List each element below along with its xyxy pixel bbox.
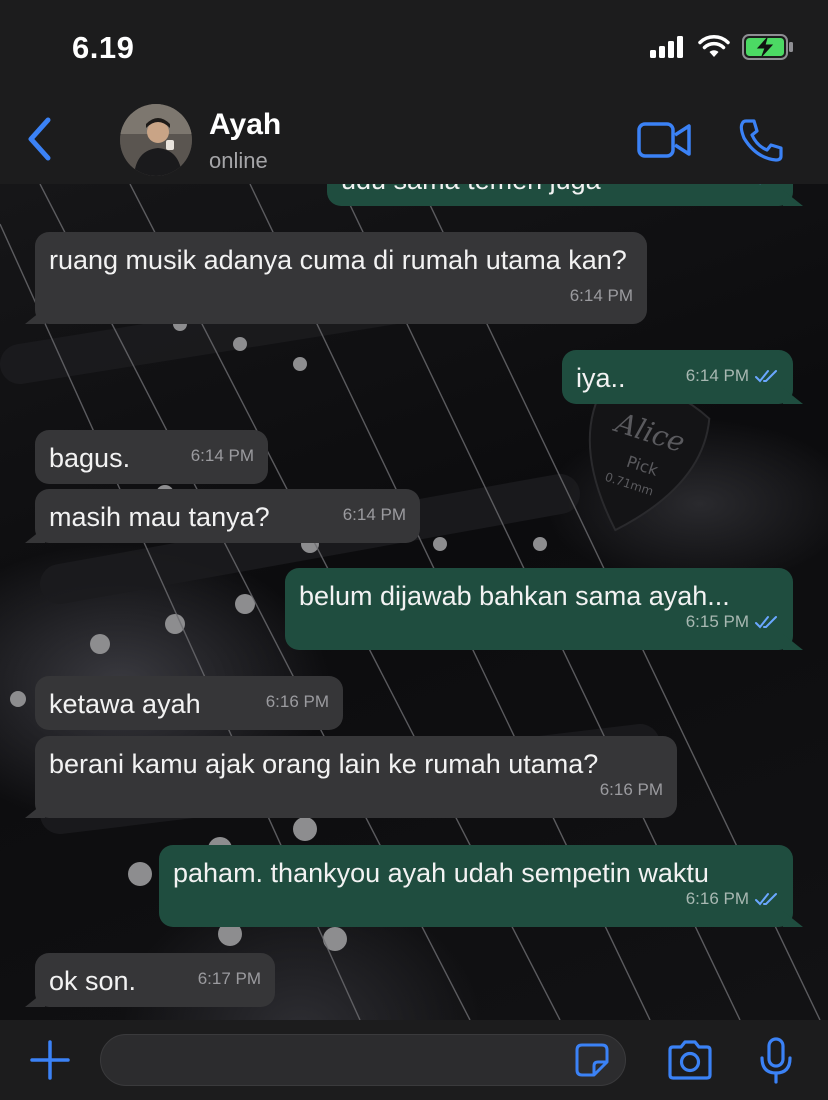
chat-header: Ayah online bbox=[0, 96, 828, 184]
status-bar: 6.19 bbox=[0, 0, 828, 96]
message-time: 6:17 PM bbox=[197, 969, 261, 988]
sticker-icon bbox=[575, 1043, 609, 1077]
message-text: udu sama temen juga bbox=[341, 184, 601, 195]
avatar-photo bbox=[120, 104, 192, 176]
video-camera-icon bbox=[637, 122, 691, 158]
double-check-read-icon bbox=[755, 893, 777, 906]
message-time: 6:14 PM bbox=[686, 184, 749, 196]
message-meta: 6:14 PM bbox=[686, 358, 779, 394]
chevron-left-icon bbox=[28, 117, 51, 161]
message-time: 6:14 PM bbox=[190, 446, 254, 465]
message-time: 6:14 PM bbox=[685, 366, 749, 385]
message-text: ok son. bbox=[49, 966, 137, 996]
message-text: masih mau tanya? bbox=[49, 502, 270, 532]
status-time: 6.19 bbox=[72, 30, 135, 65]
message-text: belum dijawab bahkan sama ayah... bbox=[299, 581, 730, 611]
message-bubble-outgoing[interactable]: belum dijawab bahkan sama ayah... 6:15 P… bbox=[285, 568, 803, 650]
message-bubble-incoming[interactable]: masih mau tanya? 6:14 PM bbox=[25, 489, 420, 543]
contact-name[interactable]: Ayah bbox=[209, 108, 281, 142]
camera-icon bbox=[668, 1040, 712, 1080]
double-check-read-icon bbox=[755, 616, 777, 629]
message-bubble-outgoing[interactable]: udu sama temen juga 6:14 PM bbox=[327, 184, 803, 206]
phone-icon bbox=[739, 119, 783, 162]
sticker-button[interactable] bbox=[574, 1042, 610, 1078]
voice-call-button[interactable] bbox=[738, 118, 784, 162]
message-bubble-incoming[interactable]: bagus. 6:14 PM bbox=[35, 430, 268, 484]
message-time: 6:14 PM bbox=[569, 286, 633, 305]
message-meta: 6:16 PM bbox=[686, 881, 779, 917]
message-time: 6:16 PM bbox=[265, 692, 329, 711]
back-button[interactable] bbox=[22, 114, 56, 164]
message-bubble-incoming[interactable]: berani kamu ajak orang lain ke rumah uta… bbox=[25, 736, 677, 818]
message-bubble-incoming[interactable]: ruang musik adanya cuma di rumah utama k… bbox=[25, 232, 647, 324]
message-meta: 6:15 PM bbox=[686, 604, 779, 640]
message-text: ruang musik adanya cuma di rumah utama k… bbox=[49, 245, 627, 275]
microphone-button[interactable] bbox=[758, 1036, 794, 1086]
message-text: berani kamu ajak orang lain ke rumah uta… bbox=[49, 749, 599, 779]
double-check-read-icon bbox=[759, 184, 767, 185]
plus-icon bbox=[30, 1040, 70, 1080]
message-bubble-incoming[interactable]: ketawa ayah 6:16 PM bbox=[35, 676, 343, 730]
message-time: 6:15 PM bbox=[685, 612, 749, 631]
message-input[interactable] bbox=[100, 1034, 626, 1086]
input-bar bbox=[0, 1020, 828, 1100]
double-check-read-icon bbox=[755, 370, 777, 383]
microphone-icon bbox=[760, 1037, 792, 1084]
message-bubble-incoming[interactable]: ok son. 6:17 PM bbox=[25, 953, 275, 1007]
cellular-signal-icon bbox=[650, 36, 683, 58]
message-time: 6:16 PM bbox=[599, 780, 663, 799]
wifi-icon bbox=[698, 35, 730, 57]
avatar[interactable] bbox=[120, 104, 192, 176]
attach-button[interactable] bbox=[28, 1038, 72, 1082]
status-icons bbox=[650, 34, 794, 60]
message-time: 6:14 PM bbox=[342, 505, 406, 524]
message-time: 6:16 PM bbox=[685, 889, 749, 908]
contact-status: online bbox=[209, 148, 268, 173]
battery-charging-icon bbox=[742, 34, 793, 60]
message-bubble-outgoing[interactable]: iya.. 6:14 PM bbox=[562, 350, 803, 404]
message-text: ketawa ayah bbox=[49, 689, 201, 719]
message-text: bagus. bbox=[49, 443, 131, 473]
message-meta: 6:14 PM bbox=[686, 184, 779, 196]
video-call-button[interactable] bbox=[637, 120, 693, 160]
chat-area[interactable]: Alice Pick 0.71mm udu sama temen juga 6:… bbox=[0, 184, 828, 1020]
message-bubble-outgoing[interactable]: paham. thankyou ayah udah sempetin waktu… bbox=[159, 845, 803, 927]
message-text: paham. thankyou ayah udah sempetin waktu bbox=[173, 858, 709, 888]
camera-button[interactable] bbox=[666, 1038, 714, 1082]
message-text: iya.. bbox=[576, 363, 626, 393]
